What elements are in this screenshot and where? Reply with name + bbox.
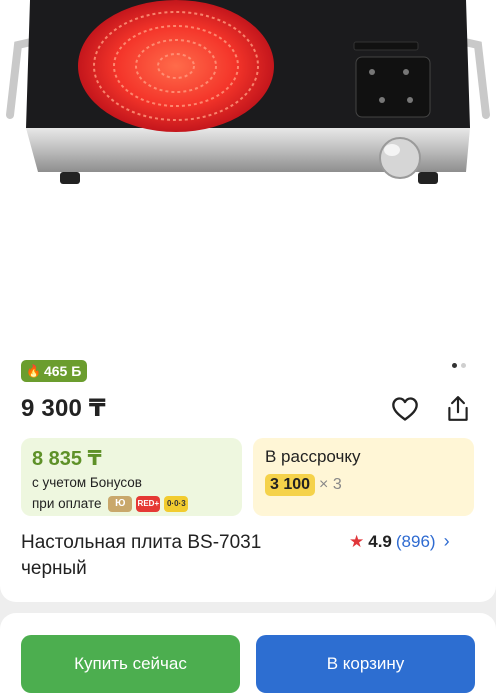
bonus-price-box[interactable]: 8 835 ₸ с учетом Бонусов при оплате Ю RE… bbox=[21, 438, 242, 516]
gallery-dot bbox=[461, 363, 466, 368]
product-image bbox=[6, 0, 490, 184]
heart-icon bbox=[392, 397, 418, 421]
kaspi-chip: Ю bbox=[108, 496, 133, 513]
product-title: Настольная плита BS-7031 черный bbox=[21, 532, 262, 579]
gallery-pagination bbox=[452, 363, 466, 368]
installment-row: 3 100 × 3 bbox=[265, 474, 462, 496]
bonus-price-caption: с учетом Бонусов bbox=[32, 475, 142, 490]
installment-multiplier: × 3 bbox=[319, 476, 342, 493]
bonus-payment-row: при оплате Ю RED+ 0·0·3 bbox=[32, 495, 231, 513]
installment-amount: 3 100 bbox=[265, 474, 316, 496]
product-card: 🔥 465 Б 9 300 ₸ 8 835 ₸ с учетом Бонусов… bbox=[0, 0, 496, 602]
favorite-button[interactable] bbox=[390, 394, 420, 424]
installment-box[interactable]: В рассрочку 3 100 × 3 bbox=[253, 438, 474, 516]
share-icon bbox=[448, 396, 468, 421]
rating-value: 4.9 bbox=[368, 531, 392, 551]
flame-icon: 🔥 bbox=[26, 364, 41, 378]
bonus-price-amount: 8 835 ₸ bbox=[32, 448, 102, 470]
bonus-points-label: 465 Б bbox=[43, 363, 82, 379]
product-price: 9 300 ₸ bbox=[21, 395, 106, 422]
buy-now-button[interactable]: Купить сейчас bbox=[21, 635, 240, 693]
installment-label: В рассрочку bbox=[265, 447, 361, 466]
gallery-dot-active bbox=[452, 363, 457, 368]
installment-003-chip: 0·0·3 bbox=[164, 496, 189, 513]
red-plus-chip: RED+ bbox=[136, 496, 161, 513]
review-count: (896) bbox=[395, 531, 436, 551]
product-image-gallery[interactable] bbox=[0, 0, 496, 350]
rating-link[interactable]: ★ 4.9 (896) › bbox=[349, 531, 450, 552]
bonus-points-badge: 🔥 465 Б bbox=[21, 360, 88, 382]
add-to-cart-button[interactable]: В корзину bbox=[256, 635, 475, 693]
share-button[interactable] bbox=[443, 394, 473, 424]
payment-chips: Ю RED+ 0·0·3 bbox=[108, 496, 189, 513]
chevron-right-icon: › bbox=[443, 531, 450, 551]
bonus-payment-caption: при оплате bbox=[32, 496, 102, 511]
star-icon: ★ bbox=[349, 531, 365, 551]
